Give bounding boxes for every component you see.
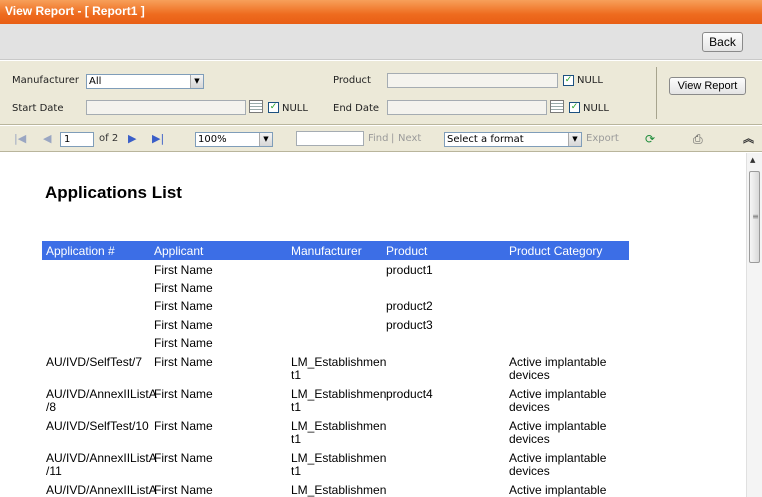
find-link[interactable]: Find (368, 133, 389, 144)
find-input[interactable] (296, 131, 364, 146)
chevron-down-icon: ▼ (190, 75, 203, 88)
end-date-input[interactable] (387, 100, 547, 115)
cell-manufacturer: LM_Establishmen (291, 483, 387, 497)
cell-applicant: First Name (154, 419, 213, 433)
cell-manufacturer: LM_Establishmen t1 (291, 387, 387, 414)
cell-applicant: First Name (154, 281, 213, 295)
cell-applicant: First Name (154, 263, 213, 277)
cell-application: AU/IVD/AnnexIIListA (46, 483, 157, 497)
cell-manufacturer: LM_Establishmen t1 (291, 419, 387, 446)
scroll-up-icon[interactable]: ▲ (750, 156, 755, 164)
column-header-applicant: Applicant (154, 244, 204, 258)
cell-product: product4 (386, 387, 433, 401)
cell-application: AU/IVD/SelfTest/10 (46, 419, 149, 433)
calendar-icon[interactable] (249, 100, 263, 113)
cell-applicant: First Name (154, 299, 213, 313)
next-page-icon[interactable]: ▶ (128, 132, 136, 146)
cell-product-category: Active implantable devices (509, 419, 607, 446)
start-date-label: Start Date (12, 103, 64, 114)
start-date-input[interactable] (86, 100, 246, 115)
calendar-icon[interactable] (550, 100, 564, 113)
product-input[interactable] (387, 73, 558, 88)
divider (656, 67, 657, 119)
manufacturer-select[interactable]: All ▼ (86, 74, 204, 89)
start-date-null-label: NULL (282, 103, 308, 114)
manufacturer-label: Manufacturer (12, 75, 79, 86)
first-page-icon[interactable]: |◀ (14, 132, 26, 146)
column-header-application: Application # (46, 244, 115, 258)
table-header: Application # Applicant Manufacturer Pro… (42, 241, 629, 260)
cell-applicant: First Name (154, 451, 213, 465)
chevron-down-icon: ▼ (568, 133, 581, 146)
collapse-parameters-icon[interactable]: ︽ (743, 132, 754, 146)
report-toolbar: |◀ ◀ 1 of 2 ▶ ▶| 100% ▼ Find | Next Sele… (0, 126, 762, 152)
cell-applicant: First Name (154, 336, 213, 350)
cell-applicant: First Name (154, 483, 213, 497)
cell-product: product2 (386, 299, 433, 313)
cell-manufacturer: LM_Establishmen t1 (291, 355, 387, 382)
cell-product-category: Active implantable devices (509, 355, 607, 382)
cell-product-category: Active implantable devices (509, 387, 607, 414)
end-date-null-checkbox[interactable]: ✓ (569, 102, 580, 113)
view-report-button[interactable]: View Report (669, 77, 746, 95)
window-title: View Report - [ Report1 ] (0, 0, 762, 24)
find-separator: | (391, 133, 395, 144)
refresh-icon[interactable]: ⟳ (645, 132, 655, 146)
cell-product: product1 (386, 263, 433, 277)
back-button[interactable]: Back (702, 32, 743, 52)
cell-application: AU/IVD/SelfTest/7 (46, 355, 143, 369)
page-count: of 2 (99, 133, 119, 144)
column-header-manufacturer: Manufacturer (291, 244, 362, 258)
previous-page-icon[interactable]: ◀ (43, 132, 51, 146)
product-null-label: NULL (577, 75, 603, 86)
parameters-panel: Manufacturer All ▼ Product ✓ NULL Start … (0, 61, 762, 125)
column-header-product: Product (386, 244, 428, 258)
end-date-label: End Date (333, 103, 380, 114)
cell-product-category: Active implantable devices (509, 451, 607, 478)
cell-applicant: First Name (154, 387, 213, 401)
export-format-value: Select a format (447, 134, 524, 145)
print-icon[interactable]: ⎙ (693, 132, 703, 146)
grip-icon: ≡ (752, 212, 759, 221)
cell-product: product3 (386, 318, 433, 332)
last-page-icon[interactable]: ▶| (152, 132, 164, 146)
cell-applicant: First Name (154, 355, 213, 369)
product-null-checkbox[interactable]: ✓ (563, 75, 574, 86)
start-date-null-checkbox[interactable]: ✓ (268, 102, 279, 113)
cell-application: AU/IVD/AnnexIIListA /11 (46, 451, 157, 478)
page-number-input[interactable]: 1 (60, 132, 94, 147)
zoom-value: 100% (198, 134, 227, 145)
report-viewport: Applications List Application # Applican… (0, 153, 746, 497)
report-title: Applications List (45, 183, 182, 202)
product-label: Product (333, 75, 371, 86)
column-header-product-category: Product Category (509, 244, 603, 258)
cell-applicant: First Name (154, 318, 213, 332)
export-link[interactable]: Export (586, 133, 619, 144)
cell-product-category: Active implantable (509, 483, 607, 497)
end-date-null-label: NULL (583, 103, 609, 114)
export-format-select[interactable]: Select a format ▼ (444, 132, 582, 147)
find-next-link[interactable]: Next (398, 133, 421, 144)
scrollbar-thumb[interactable]: ≡ (749, 171, 760, 263)
navigation-bar: Back (0, 24, 762, 60)
cell-manufacturer: LM_Establishmen t1 (291, 451, 387, 478)
vertical-scrollbar[interactable]: ▲ ≡ (746, 153, 762, 497)
zoom-select[interactable]: 100% ▼ (195, 132, 273, 147)
chevron-down-icon: ▼ (259, 133, 272, 146)
manufacturer-select-value: All (89, 76, 102, 87)
cell-application: AU/IVD/AnnexIIListA /8 (46, 387, 157, 414)
